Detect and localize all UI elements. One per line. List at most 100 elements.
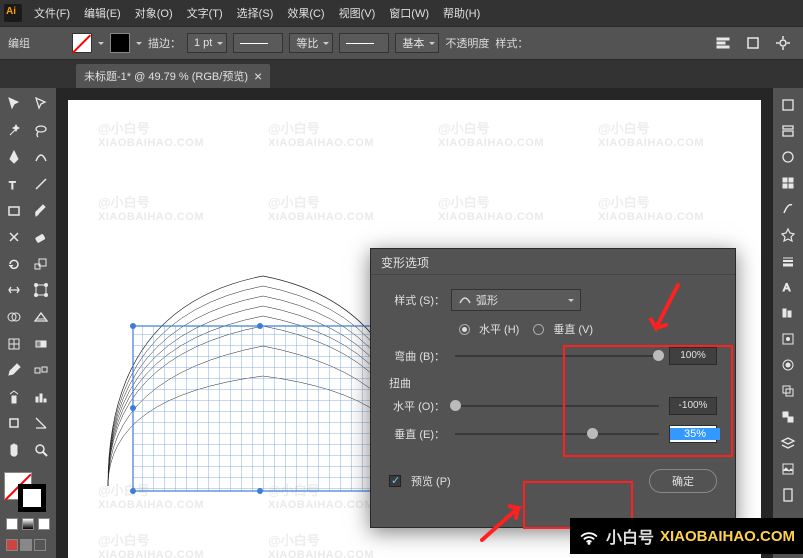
horizontal-distort-slider[interactable] [455,405,659,407]
shaper-tool[interactable] [2,226,26,248]
transparency-panel-icon[interactable] [776,406,800,428]
chevron-down-icon[interactable] [98,42,104,48]
menu-effect[interactable]: 效果(C) [281,1,330,25]
svg-text:T: T [9,180,16,192]
magic-wand-tool[interactable] [2,120,26,142]
dash-dropdown1[interactable]: 等比 [289,33,333,53]
graph-tool[interactable] [29,386,53,408]
preview-checkbox[interactable] [389,475,401,487]
bend-slider[interactable] [455,355,659,357]
rotate-tool[interactable] [2,253,26,275]
hand-tool[interactable] [2,439,26,461]
line-tool[interactable] [29,173,53,195]
dash-dropdown2[interactable]: 基本 [395,33,439,53]
dialog-title: 变形选项 [371,249,735,275]
character-panel-icon[interactable]: A [776,276,800,298]
horizontal-distort-label: 水平 (O)： [389,398,445,414]
pen-tool[interactable] [2,146,26,168]
control-bar: 编组 描边： 1 pt 等比 基本 不透明度 样式： [0,26,803,60]
type-tool[interactable]: T [2,173,26,195]
scale-tool[interactable] [29,253,53,275]
width-tool[interactable] [2,279,26,301]
curvature-tool[interactable] [29,146,53,168]
document-tab[interactable]: 未标题-1* @ 49.79 % (RGB/预览) × [76,64,270,88]
align-panel-icon[interactable] [776,302,800,324]
shape-builder-tool[interactable] [2,306,26,328]
slice-tool[interactable] [29,412,53,434]
eraser-tool[interactable] [29,226,53,248]
symbol-sprayer-tool[interactable] [2,386,26,408]
menu-help[interactable]: 帮助(H) [437,1,486,25]
libraries-panel-icon[interactable] [776,120,800,142]
gear-icon[interactable] [771,32,795,54]
stroke-style2[interactable] [339,33,389,53]
vertical-distort-slider[interactable] [455,433,659,435]
eyedropper-tool[interactable] [2,359,26,381]
chevron-down-icon[interactable] [136,42,142,48]
ok-button[interactable]: 确定 [649,469,717,493]
vertical-distort-value[interactable]: 35% [669,425,717,443]
gradient-mode-icon[interactable] [22,518,34,530]
warp-style-dropdown[interactable]: 弧形 [451,289,581,311]
menu-select[interactable]: 选择(S) [231,1,280,25]
horizontal-label: 水平 (H) [479,321,519,337]
properties-panel-icon[interactable] [776,94,800,116]
menu-object[interactable]: 对象(O) [129,1,179,25]
zoom-tool[interactable] [29,439,53,461]
free-transform-tool[interactable] [29,279,53,301]
menu-type[interactable]: 文字(T) [181,1,229,25]
pathfinder-panel-icon[interactable] [776,380,800,402]
rectangle-tool[interactable] [2,200,26,222]
selection-tool[interactable] [2,93,26,115]
draw-normal-icon[interactable] [6,539,18,551]
distort-label: 扭曲 [389,375,717,391]
perspective-tool[interactable] [29,306,53,328]
vertical-distort-label: 垂直 (E)： [389,426,445,442]
brushes-panel-icon[interactable] [776,198,800,220]
menu-window[interactable]: 窗口(W) [383,1,435,25]
bend-value[interactable]: 100% [669,347,717,365]
watermark-brand: 小白号 XIAOBAIHAO.COM [570,518,803,554]
style-label: 样式 (S)： [389,292,445,308]
group-label: 编组 [8,35,30,51]
fill-stroke-indicator[interactable] [2,472,48,512]
fill-swatch[interactable] [72,33,92,53]
artboards-panel-icon[interactable] [776,484,800,506]
paintbrush-tool[interactable] [29,200,53,222]
horizontal-radio[interactable] [459,324,470,335]
transform-panel-icon[interactable] [776,328,800,350]
right-panel-icons: A [773,88,803,558]
color-mode-icon[interactable] [6,518,18,530]
layers-panel-icon[interactable] [776,432,800,454]
stroke-panel-icon[interactable] [776,250,800,272]
color-panel-icon[interactable] [776,146,800,168]
arc-icon [458,293,472,307]
asset-panel-icon[interactable] [776,458,800,480]
none-mode-icon[interactable] [38,518,50,530]
stroke-weight-dropdown[interactable]: 1 pt [187,33,227,53]
lasso-tool[interactable] [29,120,53,142]
symbols-panel-icon[interactable] [776,224,800,246]
transform-icon[interactable] [741,32,765,54]
menu-file[interactable]: 文件(F) [28,1,76,25]
gradient-tool[interactable] [29,333,53,355]
wifi-icon [578,525,600,547]
draw-behind-icon[interactable] [20,539,32,551]
artboard-tool[interactable] [2,412,26,434]
direct-selection-tool[interactable] [29,93,53,115]
menu-view[interactable]: 视图(V) [333,1,382,25]
draw-inside-icon[interactable] [34,539,46,551]
align-icon[interactable] [711,32,735,54]
close-icon[interactable]: × [254,68,262,84]
swatches-panel-icon[interactable] [776,172,800,194]
appearance-panel-icon[interactable] [776,354,800,376]
stroke-style1[interactable] [233,33,283,53]
mesh-tool[interactable] [2,333,26,355]
menu-edit[interactable]: 编辑(E) [78,1,127,25]
menu-bar: 文件(F) 编辑(E) 对象(O) 文字(T) 选择(S) 效果(C) 视图(V… [0,0,803,26]
blend-tool[interactable] [29,359,53,381]
stroke-swatch[interactable] [110,33,130,53]
horizontal-distort-value[interactable]: -100% [669,397,717,415]
toolbox: T [0,88,56,558]
vertical-radio[interactable] [533,324,544,335]
